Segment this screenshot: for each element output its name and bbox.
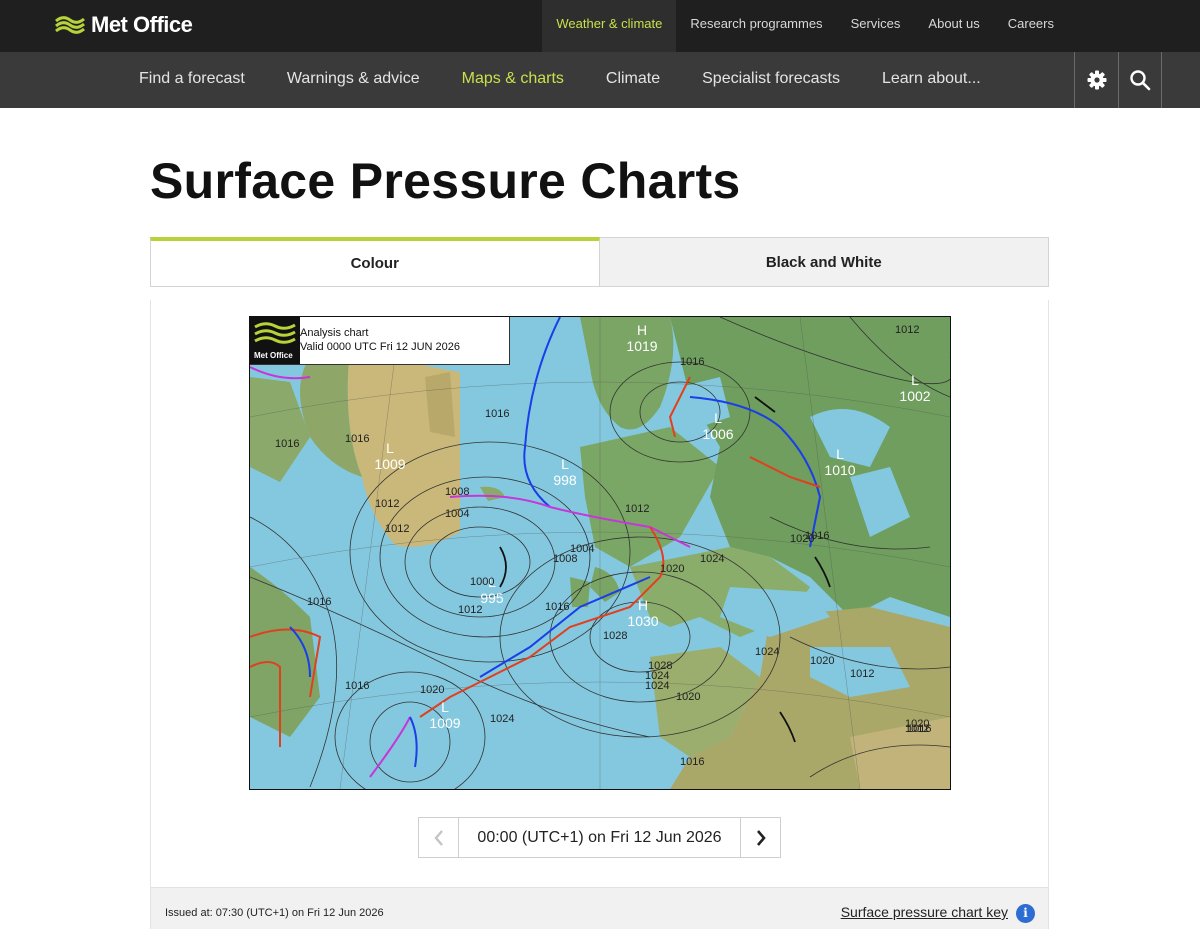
chart-logo: Met Office [250, 317, 300, 364]
search-icon [1130, 70, 1151, 91]
nav-specialist[interactable]: Specialist forecasts [681, 52, 861, 108]
nav-maps-charts[interactable]: Maps & charts [441, 52, 585, 108]
isobar-label: 1012 [625, 503, 649, 515]
isobar-label: 1016 [307, 596, 331, 608]
chart-key-link[interactable]: Surface pressure chart key [841, 904, 1008, 920]
isobar-label: 1024 [645, 680, 669, 692]
pressure-centre-value: 1019 [626, 338, 657, 354]
pressure-centre-type: L [441, 699, 449, 715]
pressure-centre-type: H [638, 597, 648, 613]
nav-find-forecast[interactable]: Find a forecast [118, 52, 266, 108]
isobar-label: 1004 [445, 508, 469, 520]
isobar-label: 1016 [545, 601, 569, 613]
isobar-label: 1008 [445, 486, 469, 498]
isobar-label: 1012 [458, 604, 482, 616]
pressure-centre-type: H [637, 322, 647, 338]
nav-learn[interactable]: Learn about... [861, 52, 1002, 108]
nav-warnings[interactable]: Warnings & advice [266, 52, 441, 108]
pressure-centre-value: 995 [480, 590, 504, 606]
top-link-careers[interactable]: Careers [994, 0, 1068, 52]
chart-footer: Issued at: 07:30 (UTC+1) on Fri 12 Jun 2… [150, 887, 1049, 929]
pressure-centre-value: 1009 [374, 456, 405, 472]
pressure-centre-type: L [386, 440, 394, 456]
pressure-centre-type: L [561, 456, 569, 472]
pressure-centre-type: L [714, 410, 722, 426]
surface-pressure-chart: H 1019 L 1002 L 1006 L 1009 L 998 L 1010 L 995 H 1030 L 1… [249, 316, 951, 790]
isobar-label: 1028 [603, 630, 627, 642]
isobar-label: 1016 [345, 680, 369, 692]
isobar-label: 1016 [680, 356, 704, 368]
chart-logo-text: Met Office [254, 351, 293, 360]
isobar-label: 1020 [420, 684, 444, 696]
isobar-label: 1016 [680, 756, 704, 768]
met-office-logo[interactable]: Met Office [55, 10, 193, 40]
top-links: Weather & climate Research programmes Se… [542, 0, 1068, 52]
gear-icon [1087, 70, 1106, 90]
isobar-label: 1020 [810, 655, 834, 667]
chart-time-label: 00:00 (UTC+1) on Fri 12 Jun 2026 [477, 828, 722, 846]
next-chart-button[interactable] [740, 818, 780, 857]
top-link-research[interactable]: Research programmes [676, 0, 836, 52]
tab-black-white[interactable]: Black and White [599, 237, 1049, 287]
isobar-label: 1020 [660, 563, 684, 575]
nav-climate[interactable]: Climate [585, 52, 681, 108]
isobar-label: 1008 [553, 553, 577, 565]
isobar-label: 1016 [485, 408, 509, 420]
chart-time-stepper: 00:00 (UTC+1) on Fri 12 Jun 2026 [418, 817, 781, 858]
tab-colour[interactable]: Colour [150, 237, 600, 287]
top-link-weather-climate[interactable]: Weather & climate [542, 0, 677, 52]
chart-valid-label: Valid 0000 UTC Fri 12 JUN 2026 [300, 341, 460, 353]
info-icon[interactable]: i [1016, 904, 1035, 923]
isobar-label: 1024 [700, 553, 724, 565]
pressure-centre-value: 1002 [899, 388, 930, 404]
isobar-label: 1028 [648, 660, 672, 672]
chart-style-tabs: Colour Black and White [150, 237, 1049, 287]
isobar-label: 1012 [850, 668, 874, 680]
chevron-right-icon [756, 829, 766, 846]
logo-icon [55, 16, 85, 34]
issued-time: Issued at: 07:30 (UTC+1) on Fri 12 Jun 2… [165, 907, 384, 919]
pressure-centre-value: 1010 [824, 462, 855, 478]
chart-logo-icon [254, 322, 296, 344]
isobar-label: 1012 [895, 324, 919, 336]
chevron-left-icon [433, 829, 443, 846]
isobar-label: 1024 [490, 713, 514, 725]
main-nav: Find a forecast Warnings & advice Maps &… [0, 52, 1200, 108]
isobar-label: 1016 [805, 530, 829, 542]
top-link-about[interactable]: About us [914, 0, 993, 52]
chart-info-box: Met Office Analysis chart Valid 0000 UTC… [250, 317, 510, 365]
pressure-centre-type: L [911, 372, 919, 388]
isobar-label: 1012 [375, 498, 399, 510]
top-link-services[interactable]: Services [837, 0, 915, 52]
chart-map: H1019L1002L1006L1009 L998L1010L995 H1030L1… [250, 317, 950, 789]
isobar-label: 1016 [345, 433, 369, 445]
isobar-label: 1016 [275, 438, 299, 450]
isobar-label: 1012 [385, 523, 409, 535]
isobar-label: 1000 [470, 576, 494, 588]
isobar-label: 1020 [676, 691, 700, 703]
chart-type-label: Analysis chart [300, 327, 369, 339]
pressure-centre-value: 1030 [627, 613, 658, 629]
isobar-label: 1024 [755, 646, 779, 658]
previous-chart-button[interactable] [419, 818, 459, 857]
top-bar: Met Office Weather & climate Research pr… [0, 0, 1200, 52]
pressure-centre-type: L [836, 446, 844, 462]
page-title: Surface Pressure Charts [150, 153, 741, 209]
pressure-centre-value: 1006 [702, 426, 733, 442]
search-button[interactable] [1118, 52, 1162, 108]
pressure-centre-value: 1009 [429, 715, 460, 731]
isobar-label: 1016 [907, 723, 931, 735]
brand-name: Met Office [91, 12, 193, 37]
settings-button[interactable] [1074, 52, 1118, 108]
pressure-centre-value: 998 [553, 472, 577, 488]
